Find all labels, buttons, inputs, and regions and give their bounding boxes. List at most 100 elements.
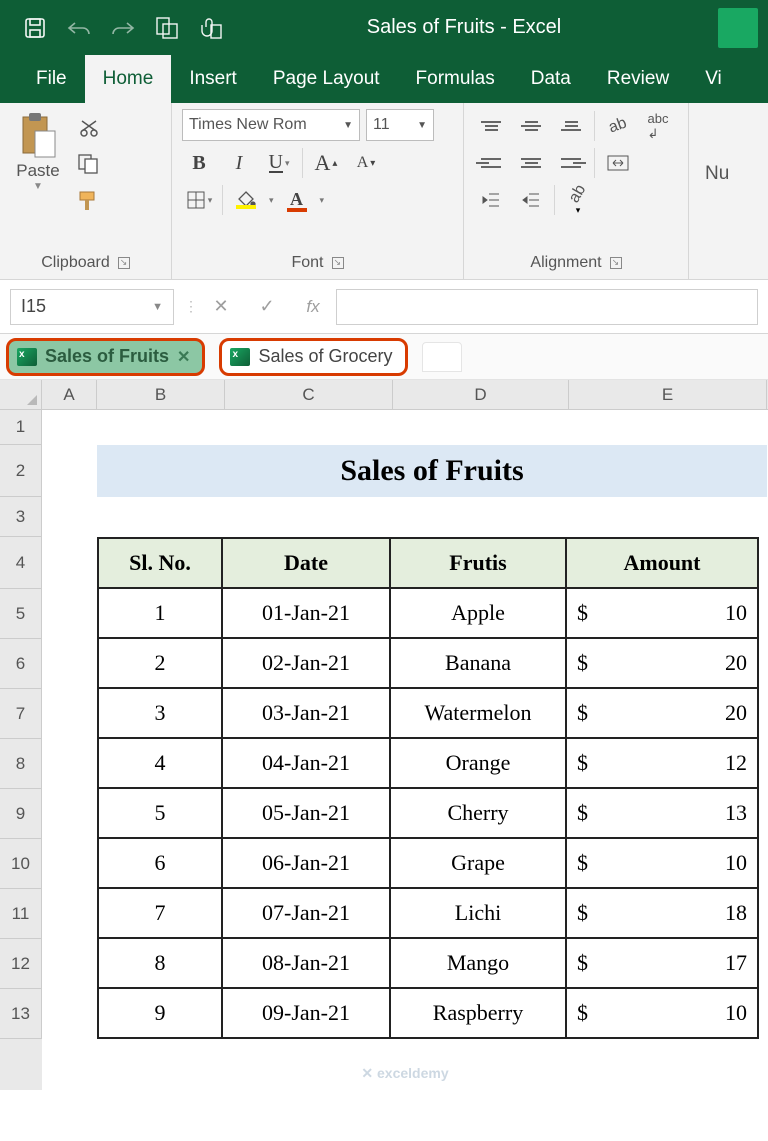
wrap-text-button[interactable]: abc↲ [641, 111, 675, 141]
row-header[interactable]: 5 [0, 589, 42, 639]
table-row[interactable]: 606-Jan-21Grape$10 [98, 838, 758, 888]
chevron-down-icon[interactable]: ▼ [152, 301, 163, 313]
redo-icon[interactable] [110, 15, 136, 41]
cell-fruit[interactable]: Cherry [390, 788, 566, 838]
bold-button[interactable]: B [182, 148, 216, 178]
cell-amount[interactable]: $13 [566, 788, 758, 838]
row-header[interactable]: 11 [0, 889, 42, 939]
align-right-button[interactable] [554, 148, 588, 178]
cell-slno[interactable]: 4 [98, 738, 222, 788]
table-row[interactable]: 909-Jan-21Raspberry$10 [98, 988, 758, 1038]
tab-page-layout[interactable]: Page Layout [255, 55, 398, 103]
cell-slno[interactable]: 1 [98, 588, 222, 638]
cell-amount[interactable]: $18 [566, 888, 758, 938]
row-header[interactable]: 12 [0, 939, 42, 989]
col-header-C[interactable]: C [225, 380, 393, 409]
chevron-down-icon[interactable]: ▾ [208, 195, 213, 206]
font-dialog-icon[interactable] [332, 257, 344, 269]
table-row[interactable]: 808-Jan-21Mango$17 [98, 938, 758, 988]
table-row[interactable]: 707-Jan-21Lichi$18 [98, 888, 758, 938]
cell-date[interactable]: 08-Jan-21 [222, 938, 390, 988]
formula-input[interactable] [336, 289, 758, 325]
cell-date[interactable]: 01-Jan-21 [222, 588, 390, 638]
tab-review[interactable]: Review [589, 55, 687, 103]
grow-font-button[interactable]: A▴ [309, 148, 343, 178]
cell-date[interactable]: 07-Jan-21 [222, 888, 390, 938]
new-workbook-button[interactable] [422, 342, 462, 372]
paste-button[interactable]: Paste ▼ [10, 109, 66, 215]
col-header-D[interactable]: D [393, 380, 569, 409]
cell-slno[interactable]: 2 [98, 638, 222, 688]
fx-icon[interactable]: fx [290, 289, 336, 325]
select-all-corner[interactable] [0, 380, 42, 409]
col-header-E[interactable]: E [569, 380, 767, 409]
tab-data[interactable]: Data [513, 55, 589, 103]
cell-fruit[interactable]: Grape [390, 838, 566, 888]
orientation-menu-button[interactable]: ab▾ [561, 185, 595, 215]
decrease-indent-button[interactable] [474, 185, 508, 215]
row-header[interactable]: 6 [0, 639, 42, 689]
row-header[interactable]: 1 [0, 410, 42, 445]
cell-fruit[interactable]: Orange [390, 738, 566, 788]
italic-button[interactable]: I [222, 148, 256, 178]
tab-home[interactable]: Home [85, 55, 172, 103]
row-header[interactable]: 7 [0, 689, 42, 739]
align-middle-button[interactable] [514, 111, 548, 141]
col-header-A[interactable]: A [42, 380, 97, 409]
tab-file[interactable]: File [18, 55, 85, 103]
alignment-dialog-icon[interactable] [610, 257, 622, 269]
col-header-B[interactable]: B [97, 380, 225, 409]
row-header[interactable]: 2 [0, 445, 42, 497]
row-header[interactable]: 9 [0, 789, 42, 839]
borders-button[interactable]: ▾ [182, 185, 216, 215]
cell-date[interactable]: 02-Jan-21 [222, 638, 390, 688]
cell-date[interactable]: 05-Jan-21 [222, 788, 390, 838]
table-row[interactable]: 404-Jan-21Orange$12 [98, 738, 758, 788]
attachment-icon[interactable] [198, 15, 224, 41]
cell-date[interactable]: 04-Jan-21 [222, 738, 390, 788]
row-header[interactable]: 3 [0, 497, 42, 537]
cell-amount[interactable]: $17 [566, 938, 758, 988]
cancel-icon[interactable]: ✕ [198, 289, 244, 325]
font-name-combo[interactable]: Times New Rom▼ [182, 109, 360, 141]
enter-icon[interactable]: ✓ [244, 289, 290, 325]
cell-slno[interactable]: 7 [98, 888, 222, 938]
fill-color-button[interactable] [229, 185, 263, 215]
underline-button[interactable]: U▾ [262, 148, 296, 178]
save-icon[interactable] [22, 15, 48, 41]
chevron-down-icon[interactable]: ▾ [269, 195, 274, 206]
row-header[interactable]: 13 [0, 989, 42, 1039]
cell-amount[interactable]: $20 [566, 688, 758, 738]
tab-view[interactable]: Vi [687, 55, 740, 103]
name-box[interactable]: I15▼ [10, 289, 174, 325]
cell-slno[interactable]: 8 [98, 938, 222, 988]
cell-date[interactable]: 03-Jan-21 [222, 688, 390, 738]
orientation-button[interactable]: ab [601, 111, 635, 141]
align-top-button[interactable] [474, 111, 508, 141]
row-header[interactable]: 10 [0, 839, 42, 889]
cell-fruit[interactable]: Raspberry [390, 988, 566, 1038]
font-size-combo[interactable]: 11▼ [366, 109, 434, 141]
workbook-tab-active[interactable]: Sales of Fruits ✕ [6, 338, 205, 376]
chevron-down-icon[interactable]: ▾ [320, 195, 325, 206]
align-center-button[interactable] [514, 148, 548, 178]
font-color-button[interactable]: A [280, 185, 314, 215]
merge-center-button[interactable] [601, 148, 635, 178]
cell-fruit[interactable]: Banana [390, 638, 566, 688]
chevron-down-icon[interactable]: ▼ [413, 120, 427, 131]
cell-amount[interactable]: $12 [566, 738, 758, 788]
increase-indent-button[interactable] [514, 185, 548, 215]
copy-icon[interactable] [72, 149, 106, 179]
table-row[interactable]: 202-Jan-21Banana$20 [98, 638, 758, 688]
undo-icon[interactable] [66, 15, 92, 41]
cell-slno[interactable]: 9 [98, 988, 222, 1038]
table-row[interactable]: 101-Jan-21Apple$10 [98, 588, 758, 638]
close-icon[interactable]: ✕ [177, 347, 190, 367]
cut-icon[interactable] [72, 113, 106, 143]
align-left-button[interactable] [474, 148, 508, 178]
cell-amount[interactable]: $10 [566, 838, 758, 888]
page-break-preview-icon[interactable] [154, 15, 180, 41]
cell-slno[interactable]: 6 [98, 838, 222, 888]
cell-fruit[interactable]: Mango [390, 938, 566, 988]
table-row[interactable]: 303-Jan-21Watermelon$20 [98, 688, 758, 738]
